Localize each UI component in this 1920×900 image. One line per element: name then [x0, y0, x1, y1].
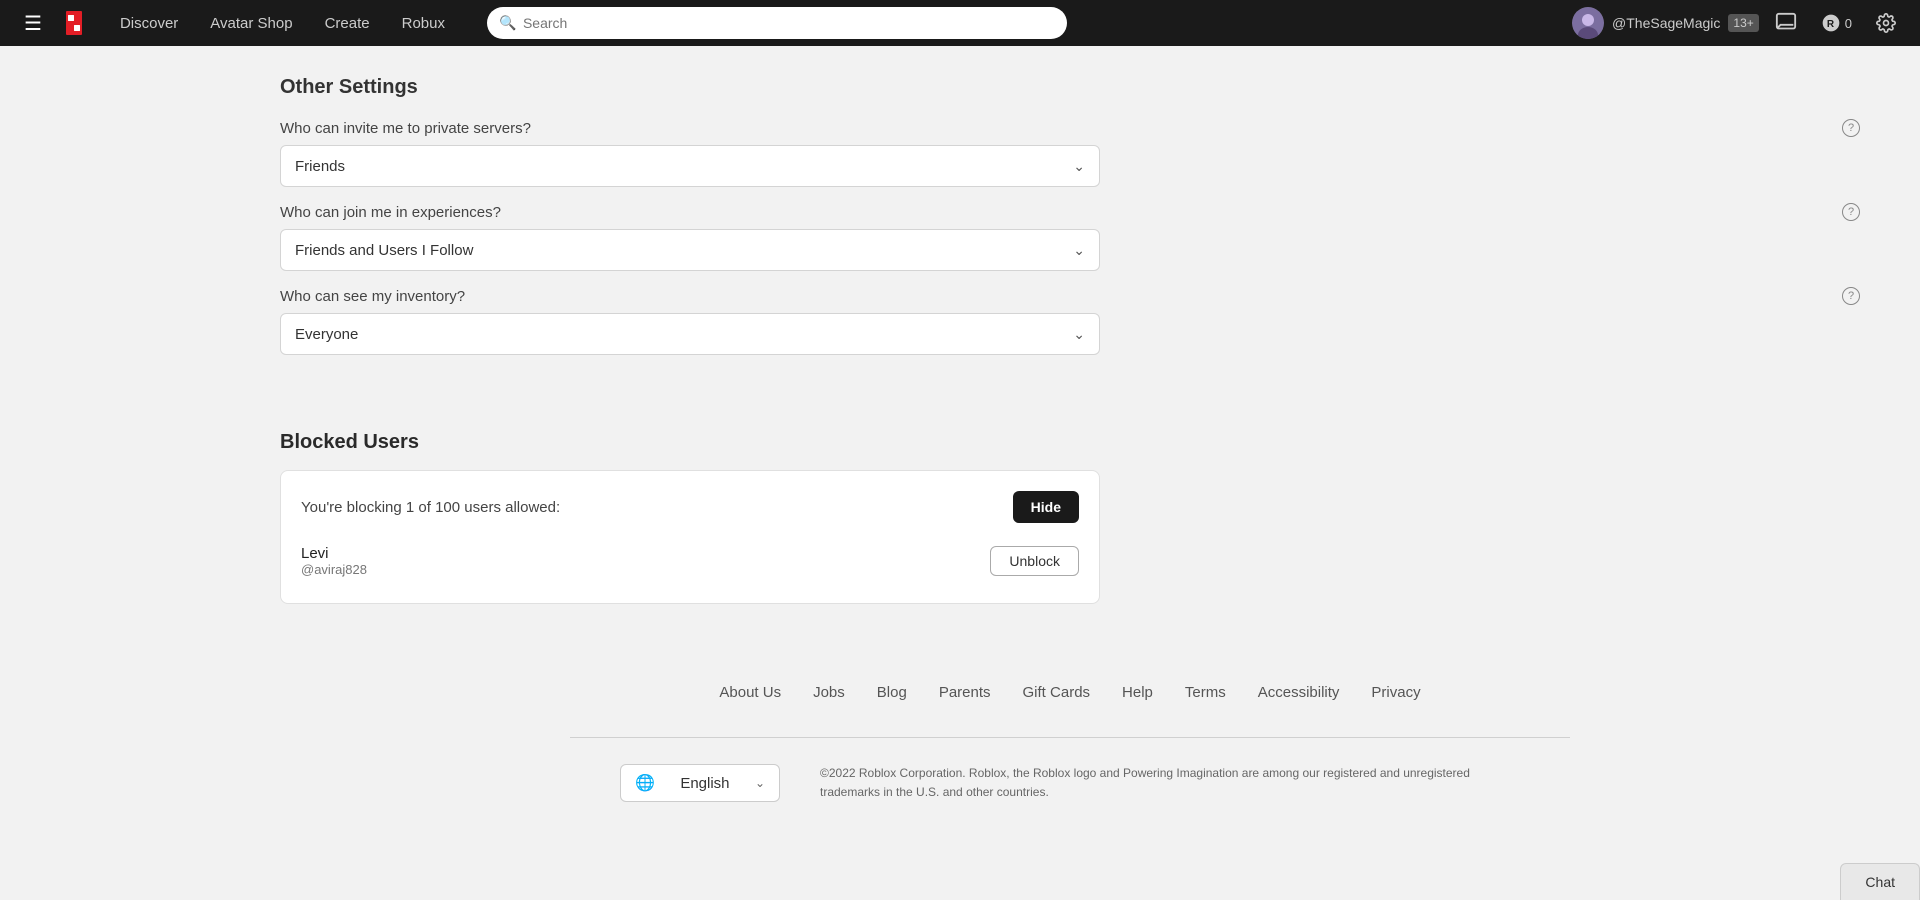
settings-section: Other Settings Who can invite me to priv…	[280, 56, 1860, 401]
footer-link-blog[interactable]: Blog	[877, 684, 907, 701]
globe-icon: 🌐	[635, 773, 655, 793]
navbar: ☰ Discover Avatar Shop Create Robux 🔍	[0, 0, 1920, 46]
chevron-down-icon-language: ⌄	[755, 776, 765, 790]
label-text-inventory: Who can see my inventory?	[280, 288, 465, 305]
label-text-private-servers: Who can invite me to private servers?	[280, 120, 531, 137]
footer-link-privacy[interactable]: Privacy	[1371, 684, 1420, 701]
dropdown-value-private-servers: Friends	[295, 158, 345, 175]
setting-row-private-servers: Who can invite me to private servers? ? …	[280, 119, 1860, 187]
footer-link-help[interactable]: Help	[1122, 684, 1153, 701]
dropdown-value-join-experiences: Friends and Users I Follow	[295, 242, 473, 259]
blocked-user-info: Levi @aviraj828	[301, 545, 974, 577]
footer-divider	[570, 737, 1570, 738]
nav-avatar-shop[interactable]: Avatar Shop	[196, 7, 306, 40]
footer-link-gift-cards[interactable]: Gift Cards	[1023, 684, 1091, 701]
setting-label-inventory: Who can see my inventory? ?	[280, 287, 1860, 305]
avatar	[1572, 7, 1604, 39]
content-wrapper: Other Settings Who can invite me to priv…	[0, 0, 1920, 872]
chevron-down-icon-inventory: ⌄	[1073, 326, 1085, 343]
settings-icon-btn[interactable]	[1868, 9, 1904, 37]
blocked-users-section: Blocked Users You're blocking 1 of 100 u…	[280, 431, 1860, 604]
section-title: Other Settings	[280, 76, 1860, 99]
hide-button[interactable]: Hide	[1013, 491, 1079, 523]
svg-text:R: R	[1827, 19, 1835, 30]
setting-row-join-experiences: Who can join me in experiences? ? Friend…	[280, 203, 1860, 271]
nav-robux[interactable]: Robux	[388, 7, 459, 40]
blocked-users-title: Blocked Users	[280, 431, 1860, 454]
nav-right: @TheSageMagic 13+ R 0	[1572, 7, 1904, 39]
blocked-user-name: Levi	[301, 545, 974, 562]
footer-copyright: ©2022 Roblox Corporation. Roblox, the Ro…	[820, 764, 1520, 802]
search-container: 🔍	[487, 7, 1067, 39]
setting-label-join-experiences: Who can join me in experiences? ?	[280, 203, 1860, 221]
roblox-logo	[58, 7, 90, 39]
footer-links: About Us Jobs Blog Parents Gift Cards He…	[280, 664, 1860, 721]
language-label: English	[680, 775, 729, 792]
blocked-count-text: You're blocking 1 of 100 users allowed:	[301, 499, 560, 516]
chevron-down-icon-join-experiences: ⌄	[1073, 242, 1085, 259]
help-icon-inventory[interactable]: ?	[1842, 287, 1860, 305]
unblock-button[interactable]: Unblock	[990, 546, 1079, 576]
blocked-user-handle: @aviraj828	[301, 562, 974, 577]
username-label[interactable]: @TheSageMagic	[1612, 15, 1720, 31]
blocked-users-card: You're blocking 1 of 100 users allowed: …	[280, 470, 1100, 604]
setting-label-private-servers: Who can invite me to private servers? ?	[280, 119, 1860, 137]
page-wrapper: ☰ Discover Avatar Shop Create Robux 🔍	[0, 0, 1920, 872]
dropdown-value-inventory: Everyone	[295, 326, 358, 343]
help-icon-private-servers[interactable]: ?	[1842, 119, 1860, 137]
robux-icon-btn[interactable]: R 0	[1813, 9, 1860, 37]
setting-row-inventory: Who can see my inventory? ? Everyone ⌄	[280, 287, 1860, 355]
footer-link-parents[interactable]: Parents	[939, 684, 991, 701]
hamburger-icon[interactable]: ☰	[16, 7, 50, 40]
search-input[interactable]	[487, 7, 1067, 39]
chat-icon-btn[interactable]	[1767, 8, 1805, 38]
help-icon-join-experiences[interactable]: ?	[1842, 203, 1860, 221]
nav-discover[interactable]: Discover	[106, 7, 192, 40]
footer-link-terms[interactable]: Terms	[1185, 684, 1226, 701]
search-icon: 🔍	[499, 15, 516, 32]
footer-bottom: 🌐 English ⌄ ©2022 Roblox Corporation. Ro…	[280, 754, 1860, 812]
dropdown-join-experiences[interactable]: Friends and Users I Follow ⌄	[280, 229, 1100, 271]
blocked-users-header: You're blocking 1 of 100 users allowed: …	[301, 491, 1079, 523]
nav-links: Discover Avatar Shop Create Robux	[106, 7, 459, 40]
label-text-join-experiences: Who can join me in experiences?	[280, 204, 501, 221]
chevron-down-icon-private-servers: ⌄	[1073, 158, 1085, 175]
footer: About Us Jobs Blog Parents Gift Cards He…	[280, 664, 1860, 852]
dropdown-inventory[interactable]: Everyone ⌄	[280, 313, 1100, 355]
blocked-user-row: Levi @aviraj828 Unblock	[301, 539, 1079, 583]
footer-link-jobs[interactable]: Jobs	[813, 684, 845, 701]
nav-create[interactable]: Create	[311, 7, 384, 40]
footer-link-about-us[interactable]: About Us	[719, 684, 781, 701]
dropdown-private-servers[interactable]: Friends ⌄	[280, 145, 1100, 187]
chat-button[interactable]: Chat	[1840, 863, 1920, 900]
language-selector[interactable]: 🌐 English ⌄	[620, 764, 780, 802]
age-badge: 13+	[1728, 14, 1758, 32]
robux-count: 0	[1845, 16, 1852, 31]
footer-link-accessibility[interactable]: Accessibility	[1258, 684, 1340, 701]
